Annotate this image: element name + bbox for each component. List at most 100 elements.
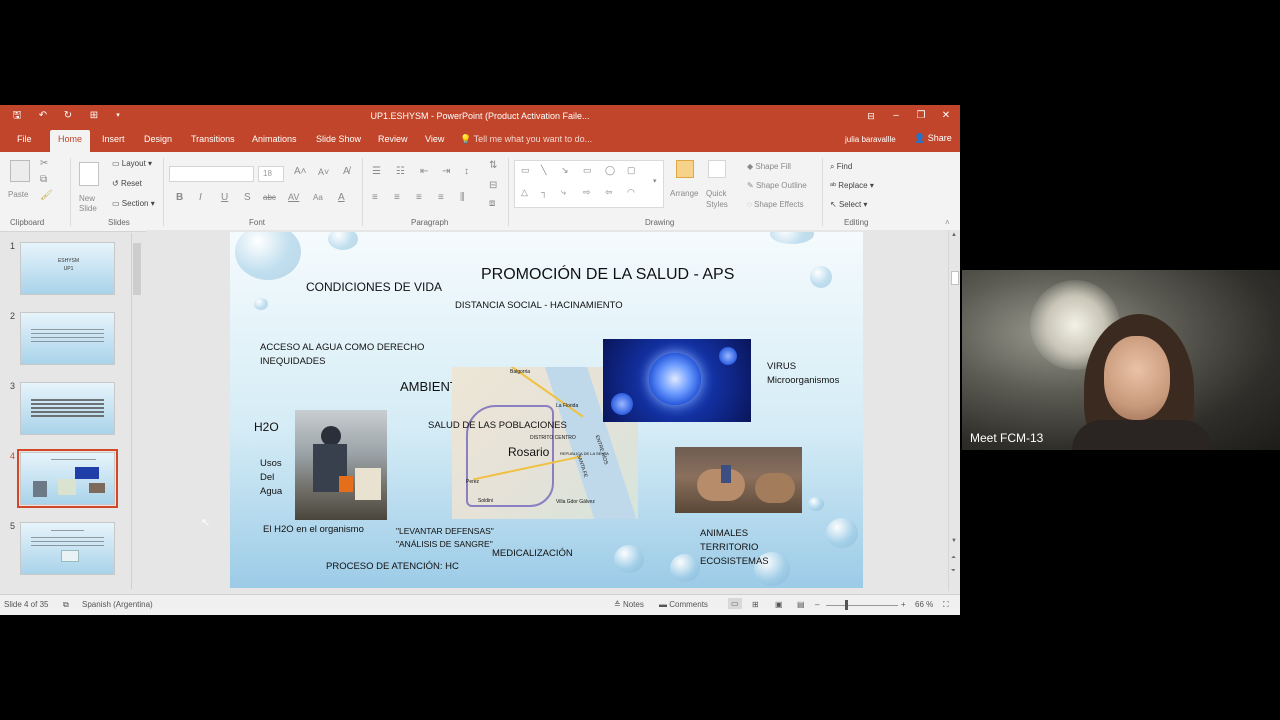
zoom-slider-thumb[interactable] (845, 600, 848, 610)
bullets-icon[interactable]: ☰ (372, 166, 381, 177)
shapes-more-icon[interactable]: ▾ (653, 177, 657, 185)
tab-transitions[interactable]: Transitions (191, 134, 235, 144)
justify-icon[interactable]: ≡ (438, 192, 444, 203)
italic-button[interactable]: I (199, 192, 202, 203)
tab-view[interactable]: View (425, 134, 444, 144)
bold-button[interactable]: B (176, 192, 183, 203)
copy-icon[interactable]: ⧉ (40, 174, 47, 185)
tab-home[interactable]: Home (50, 130, 91, 152)
slide-scrollbar[interactable]: ▲ ▼ ⏶ ⏷ (948, 230, 960, 591)
user-name[interactable]: julia baravallle (845, 135, 896, 144)
left-arrow-shape-icon[interactable]: ⇦ (605, 187, 613, 198)
slide-sorter-icon[interactable]: ⊞ (752, 600, 759, 609)
curve-shape-icon[interactable]: ◠ (627, 187, 635, 198)
arrange-button[interactable]: Arrange (670, 189, 698, 198)
tab-file[interactable]: File (17, 134, 32, 144)
oval-shape-icon[interactable]: ◯ (605, 165, 615, 176)
tab-design[interactable]: Design (144, 134, 172, 144)
zoom-level[interactable]: 66 % (915, 600, 933, 609)
replace-button[interactable]: ᵃᵇ Replace ▾ (830, 181, 874, 190)
notes-button[interactable]: ≙ Notes (614, 600, 644, 609)
font-name-box[interactable] (169, 166, 254, 182)
slide-thumbnail-4[interactable] (17, 449, 118, 508)
new-slide-icon[interactable] (79, 162, 99, 186)
shapes-gallery[interactable]: ▭ ╲ ↘ ▭ ◯ ▢ △ ┐ ⤷ ⇨ ⇦ ◠ ▾ (514, 160, 664, 208)
collapse-ribbon-icon[interactable]: ˄ (945, 218, 950, 227)
layout-button[interactable]: ▭ Layout ▾ (112, 159, 152, 168)
slide-thumbnail-1[interactable]: ESHYSM UP1 (20, 242, 115, 295)
strikethrough-button[interactable]: abc (263, 193, 276, 202)
slide-thumbnail-3[interactable] (20, 382, 115, 435)
elbow-connector-icon[interactable]: ┐ (541, 187, 547, 197)
rectangle-shape-icon[interactable]: ▭ (583, 165, 592, 176)
underline-button[interactable]: U (221, 192, 228, 203)
numbering-icon[interactable]: ☷ (396, 166, 405, 177)
scroll-thumb[interactable] (951, 271, 959, 285)
new-slide-button[interactable]: New Slide (79, 194, 101, 214)
text-direction-icon[interactable]: ⇅ (489, 160, 497, 171)
increase-indent-icon[interactable]: ⇥ (442, 166, 450, 177)
thumbnail-scroll-thumb[interactable] (133, 243, 141, 295)
restore-button[interactable]: ❐ (910, 108, 932, 124)
center-icon[interactable]: ≡ (394, 192, 400, 203)
decrease-indent-icon[interactable]: ⇤ (420, 166, 428, 177)
character-spacing-button[interactable]: AV (288, 192, 299, 202)
line-spacing-icon[interactable]: ↕ (464, 166, 469, 177)
font-color-icon[interactable]: A (338, 192, 345, 203)
columns-icon[interactable]: ⫼ (460, 192, 465, 203)
text-shadow-button[interactable]: S (244, 192, 251, 203)
close-button[interactable]: ✕ (935, 108, 957, 124)
language-status[interactable]: Spanish (Argentina) (82, 600, 153, 609)
next-slide-icon[interactable]: ⏷ (951, 568, 956, 575)
arrange-icon[interactable] (676, 160, 694, 178)
rounded-rect-shape-icon[interactable]: ▢ (627, 165, 636, 176)
fit-to-window-icon[interactable]: ⛶ (943, 600, 949, 610)
right-arrow-shape-icon[interactable]: ⇨ (583, 187, 591, 198)
select-button[interactable]: ↖ Select ▾ (830, 200, 867, 209)
shrink-font-icon[interactable]: A˅ (318, 167, 329, 177)
triangle-shape-icon[interactable]: △ (521, 187, 528, 198)
normal-view-icon[interactable]: ▭ (728, 598, 742, 609)
align-text-icon[interactable]: ⊟ (489, 180, 497, 191)
comments-button[interactable]: ▬ Comments (659, 600, 708, 609)
convert-smartart-icon[interactable]: ⧈ (489, 198, 495, 209)
find-button[interactable]: ⌕ Find (830, 162, 852, 172)
quick-styles-button[interactable]: Quick Styles (706, 188, 732, 210)
zoom-out-icon[interactable]: – (815, 600, 819, 609)
shape-fill-button[interactable]: ◆ Shape Fill (747, 162, 791, 171)
share-button[interactable]: 👤 Share (914, 133, 952, 144)
format-painter-icon[interactable]: 🖌 (40, 190, 53, 201)
slide-thumbnail-5[interactable] (20, 522, 115, 575)
ribbon-display-options-icon[interactable]: ⊟ (860, 108, 882, 124)
reading-view-icon[interactable]: ▣ (775, 600, 783, 609)
slide-canvas[interactable]: PROMOCIÓN DE LA SALUD - APS CONDICIONES … (230, 232, 863, 588)
scroll-up-icon[interactable]: ▲ (951, 232, 957, 238)
reset-button[interactable]: ↺ Reset (112, 179, 142, 188)
clear-formatting-icon[interactable]: A̸ (343, 166, 350, 177)
text-box-shape-icon[interactable]: ▭ (521, 165, 530, 176)
spellcheck-icon[interactable]: ⧉ (63, 600, 69, 610)
grow-font-icon[interactable]: A˄ (294, 166, 307, 177)
previous-slide-icon[interactable]: ⏶ (951, 555, 956, 562)
slide-thumbnail-2[interactable] (20, 312, 115, 365)
shape-outline-button[interactable]: ✎ Shape Outline (747, 181, 807, 190)
cut-icon[interactable]: ✂ (40, 158, 48, 169)
paste-button[interactable]: Paste (8, 190, 28, 199)
change-case-button[interactable]: Aa (313, 193, 323, 202)
zoom-slider[interactable] (826, 605, 898, 606)
font-size-box[interactable]: 18 (258, 166, 284, 182)
slideshow-view-icon[interactable]: ▤ (797, 600, 805, 609)
tell-me-box[interactable]: 💡 Tell me what you want to do... (460, 134, 592, 145)
curved-arrow-icon[interactable]: ⤷ (561, 187, 566, 198)
paste-icon[interactable] (10, 160, 30, 182)
arrow-shape-icon[interactable]: ↘ (561, 165, 569, 176)
tab-review[interactable]: Review (378, 134, 408, 144)
tab-slide-show[interactable]: Slide Show (316, 134, 361, 144)
zoom-in-icon[interactable]: + (901, 600, 906, 609)
scroll-down-icon[interactable]: ▼ (951, 538, 957, 544)
align-left-icon[interactable]: ≡ (372, 192, 378, 203)
shape-effects-button[interactable]: ◌ Shape Effects (747, 200, 804, 209)
tab-insert[interactable]: Insert (102, 134, 125, 144)
quick-styles-icon[interactable] (708, 160, 726, 178)
section-button[interactable]: ▭ Section ▾ (112, 199, 155, 208)
